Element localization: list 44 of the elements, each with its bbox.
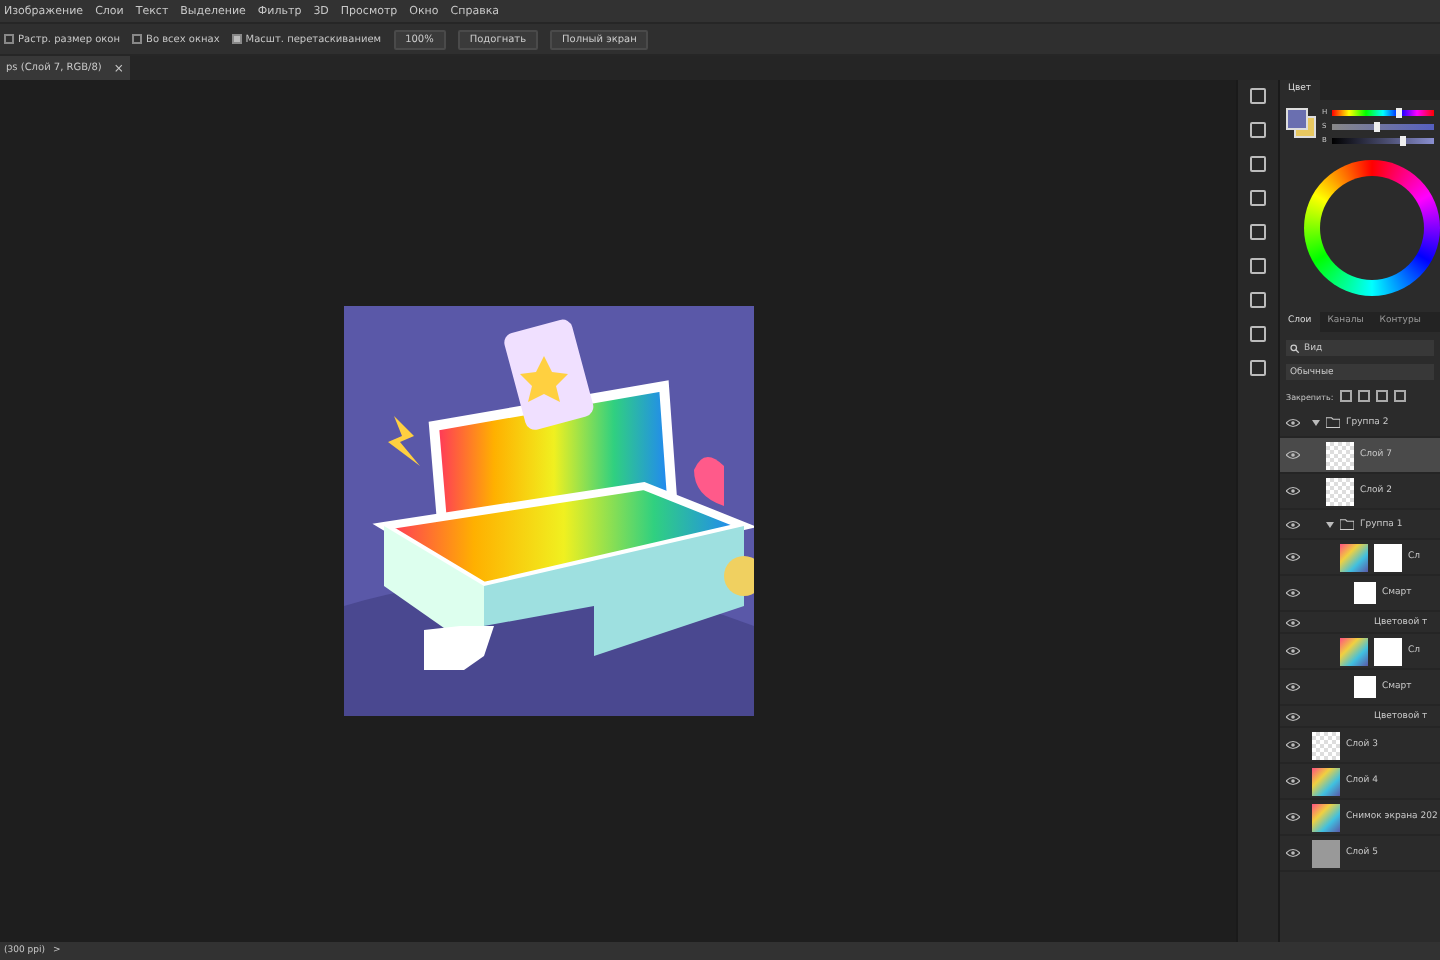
tool-icon[interactable] [1250, 88, 1266, 104]
layer-thumbnail [1312, 839, 1340, 867]
eye-icon[interactable] [1286, 776, 1300, 786]
mask-thumbnail [1374, 637, 1402, 665]
layer-thumbnail [1326, 441, 1354, 469]
color-slider[interactable] [1332, 137, 1434, 143]
eye-icon[interactable] [1286, 711, 1300, 721]
eye-icon[interactable] [1286, 417, 1300, 427]
layer-thumbnail [1340, 637, 1368, 665]
tool-icon[interactable] [1250, 224, 1266, 240]
eye-icon[interactable] [1286, 812, 1300, 822]
tool-icon[interactable] [1250, 326, 1266, 342]
folder-icon [1326, 416, 1340, 428]
layer-thumbnail [1312, 767, 1340, 795]
tool-icon[interactable] [1250, 292, 1266, 308]
tool-icon[interactable] [1250, 258, 1266, 274]
eye-icon[interactable] [1286, 588, 1300, 598]
eye-icon[interactable] [1286, 682, 1300, 692]
color-slider[interactable] [1332, 123, 1434, 129]
caret-icon[interactable] [1326, 521, 1334, 527]
filter-mask-thumbnail [1354, 582, 1376, 604]
search-icon [1290, 343, 1300, 353]
tool-icon[interactable] [1250, 360, 1266, 376]
layer-thumbnail [1340, 543, 1368, 571]
layer-thumbnail [1312, 731, 1340, 759]
layer-thumbnail [1312, 803, 1340, 831]
eye-icon[interactable] [1286, 617, 1300, 627]
eye-icon[interactable] [1286, 519, 1300, 529]
caret-icon[interactable] [1312, 419, 1320, 425]
tool-icon[interactable] [1250, 190, 1266, 206]
mask-thumbnail [1374, 543, 1402, 571]
layer-thumbnail [1326, 477, 1354, 505]
tool-icon[interactable] [1250, 156, 1266, 172]
filter-mask-thumbnail [1354, 676, 1376, 698]
tool-icon[interactable] [1250, 122, 1266, 138]
folder-icon [1340, 518, 1354, 530]
eye-icon[interactable] [1286, 552, 1300, 562]
color-swatches-icon[interactable] [1286, 108, 1314, 136]
eye-icon[interactable] [1286, 450, 1300, 460]
eye-icon[interactable] [1286, 740, 1300, 750]
eye-icon[interactable] [1286, 848, 1300, 858]
color-slider[interactable] [1332, 109, 1434, 115]
eye-icon[interactable] [1286, 486, 1300, 496]
eye-icon[interactable] [1286, 646, 1300, 656]
